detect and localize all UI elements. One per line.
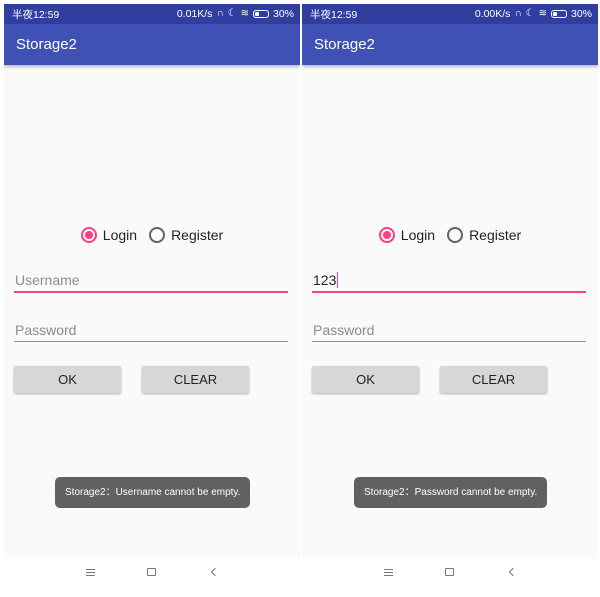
- moon-icon: ☾: [227, 8, 237, 19]
- radio-unchecked-icon: [447, 227, 464, 243]
- status-indicators: 0.00K/s ∩ ☾ ≋ 30%: [475, 8, 592, 20]
- login-radio-label: Login: [102, 227, 138, 243]
- status-bar: 半夜12:59 0.01K/s ∩ ☾ ≋ 30%: [4, 4, 300, 24]
- navigation-bar: [302, 558, 598, 594]
- username-field[interactable]: 123: [312, 269, 586, 293]
- register-radio[interactable]: Register: [447, 227, 521, 243]
- status-time: 半夜12:59: [310, 8, 358, 21]
- wifi-icon: ≋: [538, 8, 547, 19]
- back-icon[interactable]: [209, 567, 220, 577]
- toast-message: Storage2：Username cannot be empty.: [55, 477, 251, 508]
- radio-checked-icon: [80, 227, 97, 243]
- password-field[interactable]: Password: [312, 318, 586, 342]
- mode-radio-group: Login Register: [4, 227, 300, 243]
- username-placeholder: Username: [15, 272, 80, 288]
- mode-radio-group: Login Register: [302, 227, 598, 243]
- home-icon[interactable]: [147, 568, 156, 576]
- clear-button[interactable]: CLEAR: [440, 366, 547, 393]
- menu-icon[interactable]: [384, 568, 393, 576]
- app-title: Storage2: [16, 36, 77, 53]
- status-indicators: 0.01K/s ∩ ☾ ≋ 30%: [177, 8, 294, 20]
- register-radio-label: Register: [171, 227, 224, 243]
- back-icon[interactable]: [507, 567, 518, 577]
- phone-screen-left: 半夜12:59 0.01K/s ∩ ☾ ≋ 30% Storage2 Login…: [4, 4, 300, 594]
- navigation-bar: [4, 558, 300, 594]
- status-time: 半夜12:59: [12, 8, 60, 21]
- radio-unchecked-icon: [149, 227, 166, 243]
- app-bar: Storage2: [302, 24, 598, 65]
- ok-button[interactable]: OK: [14, 366, 121, 393]
- register-radio[interactable]: Register: [149, 227, 223, 243]
- battery-percent: 30%: [272, 8, 294, 20]
- headphones-icon: ∩: [514, 8, 522, 19]
- headphones-icon: ∩: [216, 8, 224, 19]
- status-bar: 半夜12:59 0.00K/s ∩ ☾ ≋ 30%: [302, 4, 598, 24]
- radio-checked-icon: [378, 227, 395, 243]
- battery-icon: [252, 10, 269, 18]
- battery-icon: [550, 10, 567, 18]
- battery-percent: 30%: [570, 8, 592, 20]
- app-bar: Storage2: [4, 24, 300, 65]
- toast-message: Storage2：Password cannot be empty.: [354, 477, 548, 508]
- clear-button[interactable]: CLEAR: [142, 366, 249, 393]
- network-speed: 0.00K/s: [474, 8, 511, 20]
- ok-button[interactable]: OK: [312, 366, 419, 393]
- text-cursor: [337, 272, 339, 288]
- username-value: 123: [313, 272, 337, 288]
- register-radio-label: Register: [469, 227, 522, 243]
- menu-icon[interactable]: [86, 568, 95, 576]
- password-placeholder: Password: [313, 322, 375, 338]
- login-radio-label: Login: [400, 227, 436, 243]
- login-radio[interactable]: Login: [378, 227, 436, 243]
- home-icon[interactable]: [445, 568, 454, 576]
- phone-screen-right: 半夜12:59 0.00K/s ∩ ☾ ≋ 30% Storage2 Login…: [302, 4, 598, 594]
- login-radio[interactable]: Login: [80, 227, 138, 243]
- wifi-icon: ≋: [240, 8, 249, 19]
- moon-icon: ☾: [525, 8, 535, 19]
- password-field[interactable]: Password: [14, 318, 288, 342]
- password-placeholder: Password: [15, 322, 77, 338]
- username-field[interactable]: Username: [14, 269, 288, 293]
- network-speed: 0.01K/s: [176, 8, 213, 20]
- app-title: Storage2: [314, 36, 375, 53]
